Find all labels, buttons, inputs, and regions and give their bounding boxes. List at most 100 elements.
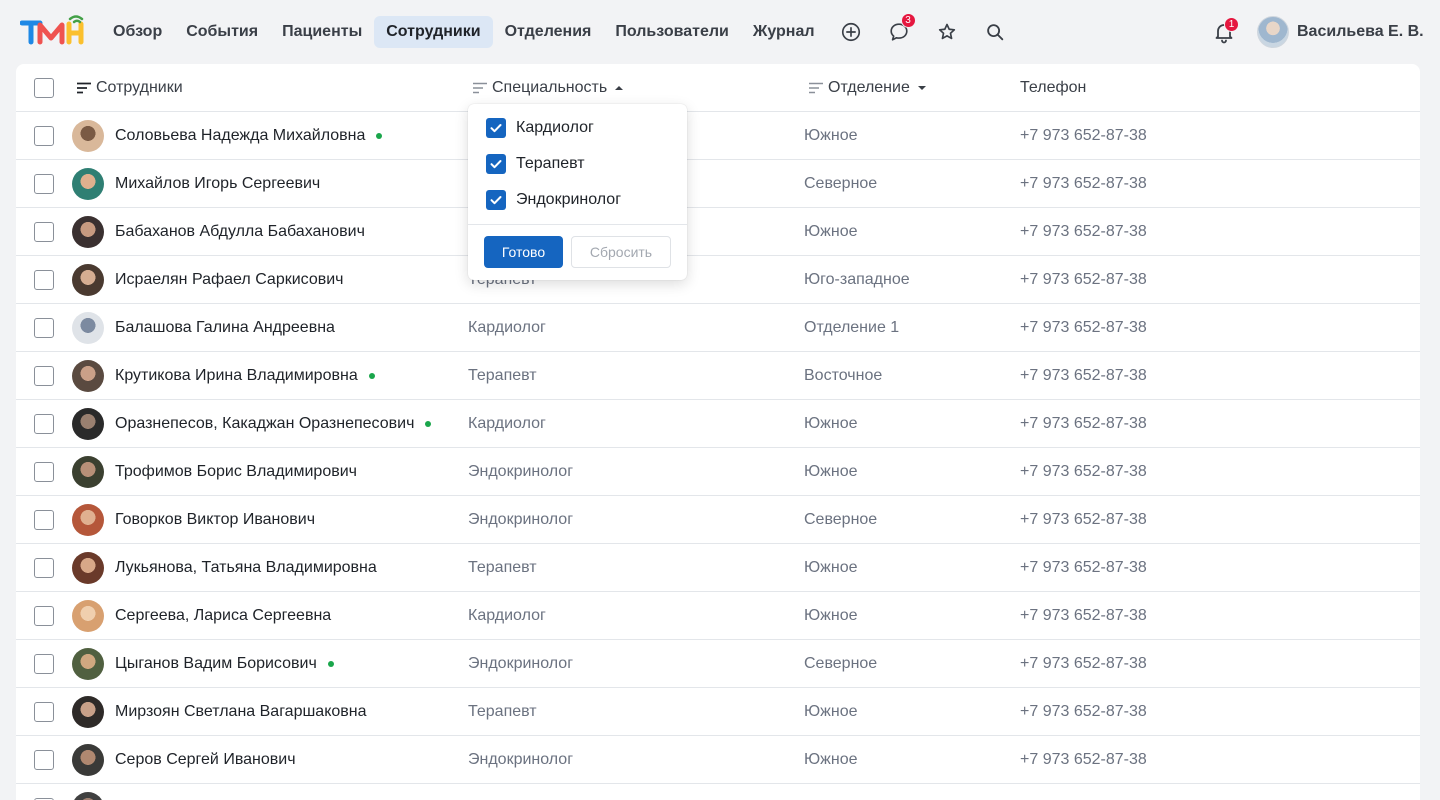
nav-item-employees[interactable]: Сотрудники	[374, 16, 493, 48]
employee-phone: +7 973 652-87-38	[1020, 702, 1147, 720]
favorites-button[interactable]	[923, 16, 971, 48]
select-all-checkbox[interactable]	[34, 77, 54, 98]
employee-name-text: Михайлов Игорь Сергеевич	[115, 174, 321, 192]
avatar	[72, 311, 104, 344]
table-row[interactable]: Крутикова Ирина Владимировна Терапевт Во…	[16, 352, 1420, 400]
employee-name[interactable]: Оразнепесов, Какаджан Оразнепесович	[115, 415, 432, 433]
employee-department: Южное	[804, 558, 858, 576]
nav-item-events[interactable]: События	[174, 16, 270, 48]
column-header-employees[interactable]: Сотрудники	[76, 79, 183, 97]
table-row[interactable]: Сергеева, Лариса Сергеевна Кардиолог Южн…	[16, 592, 1420, 640]
employee-phone: +7 973 652-87-38	[1020, 606, 1147, 624]
nav-item-journal[interactable]: Журнал	[741, 16, 827, 48]
row-checkbox[interactable]	[34, 605, 54, 626]
logo-icon[interactable]	[20, 14, 86, 46]
employee-name-text: Исраелян Рафаел Саркисович	[115, 270, 344, 288]
row-checkbox[interactable]	[34, 269, 54, 290]
checkbox-checked-icon	[486, 118, 506, 138]
filter-option-therapist[interactable]: Терапевт	[486, 152, 585, 176]
online-status-dot	[376, 132, 383, 139]
sort-icon	[77, 82, 91, 93]
table-row[interactable]: Цыганов Вадим Борисович Эндокринолог Сев…	[16, 640, 1420, 688]
nav-item-departments[interactable]: Отделения	[493, 16, 604, 48]
employee-name[interactable]: Говорков Виктор Иванович	[115, 511, 315, 529]
reset-filter-button[interactable]: Сбросить	[571, 236, 671, 268]
employee-phone: +7 973 652-87-38	[1020, 414, 1147, 432]
employee-phone: +7 973 652-87-38	[1020, 174, 1147, 192]
row-checkbox[interactable]	[34, 365, 54, 386]
employee-specialty: Эндокринолог	[468, 750, 574, 768]
table-row[interactable]: Соловьева Надежда Михайловна Южное +7 97…	[16, 112, 1420, 160]
employee-name-text: Серов Сергей Иванович	[115, 750, 296, 768]
employee-name[interactable]: Исраелян Рафаел Саркисович	[115, 271, 344, 289]
avatar	[72, 743, 104, 776]
column-header-specialty[interactable]: Специальность	[472, 79, 624, 97]
employee-name-text: Соловьева Надежда Михайловна	[115, 126, 366, 144]
table-row[interactable]: Бабаханов Абдулла Бабаханович Южное +7 9…	[16, 208, 1420, 256]
user-menu[interactable]: Васильева Е. В.	[1257, 16, 1424, 48]
search-icon	[986, 24, 1003, 41]
column-header-phone: Телефон	[1020, 79, 1086, 97]
table-row[interactable]: Говорков Виктор Иванович Эндокринолог Се…	[16, 496, 1420, 544]
checkbox-checked-icon	[486, 190, 506, 210]
row-checkbox[interactable]	[34, 221, 54, 242]
table-row[interactable]	[16, 784, 1420, 800]
employee-specialty: Эндокринолог	[468, 462, 574, 480]
row-checkbox[interactable]	[34, 749, 54, 770]
employee-name[interactable]: Цыганов Вадим Борисович	[115, 655, 334, 673]
employee-specialty: Терапевт	[468, 702, 537, 720]
table-row[interactable]: Балашова Галина Андреевна Кардиолог Отде…	[16, 304, 1420, 352]
employee-name-text: Мирзоян Светлана Вагаршаковна	[115, 702, 367, 720]
messages-button[interactable]: 3	[875, 13, 923, 48]
avatar	[72, 695, 104, 728]
table-row[interactable]: Исраелян Рафаел Саркисович Терапевт Юго-…	[16, 256, 1420, 304]
filter-option-label: Терапевт	[516, 155, 585, 172]
employee-name[interactable]: Серов Сергей Иванович	[115, 751, 296, 769]
employee-department: Южное	[804, 414, 858, 432]
employee-name[interactable]: Сергеева, Лариса Сергеевна	[115, 607, 331, 625]
table-row[interactable]: Трофимов Борис Владимирович Эндокринолог…	[16, 448, 1420, 496]
row-checkbox[interactable]	[34, 173, 54, 194]
table-row[interactable]: Лукьянова, Татьяна Владимировна Терапевт…	[16, 544, 1420, 592]
table-row[interactable]: Серов Сергей Иванович Эндокринолог Южное…	[16, 736, 1420, 784]
nav-item-overview[interactable]: Обзор	[101, 16, 174, 48]
notifications-button[interactable]: 1	[1212, 17, 1239, 46]
employee-name[interactable]: Михайлов Игорь Сергеевич	[115, 175, 320, 193]
filter-option-endocrinologist[interactable]: Эндокринолог	[486, 188, 621, 212]
apply-filter-button[interactable]: Готово	[484, 236, 563, 268]
employee-phone: +7 973 652-87-38	[1020, 366, 1147, 384]
employee-name-text: Сергеева, Лариса Сергеевна	[115, 606, 332, 624]
table-row[interactable]: Михайлов Игорь Сергеевич Северное +7 973…	[16, 160, 1420, 208]
divider	[468, 224, 687, 225]
avatar	[72, 215, 104, 248]
row-checkbox[interactable]	[34, 701, 54, 722]
row-checkbox[interactable]	[34, 413, 54, 434]
filter-option-cardiologist[interactable]: Кардиолог	[486, 116, 594, 140]
employee-name[interactable]: Лукьянова, Татьяна Владимировна	[115, 559, 377, 577]
nav-item-users[interactable]: Пользователи	[603, 16, 740, 48]
row-checkbox[interactable]	[34, 125, 54, 146]
row-checkbox[interactable]	[34, 557, 54, 578]
employee-department: Северное	[804, 654, 878, 672]
employee-name[interactable]: Балашова Галина Андреевна	[115, 319, 335, 337]
row-checkbox[interactable]	[34, 461, 54, 482]
nav-item-patients[interactable]: Пациенты	[270, 16, 374, 48]
employee-name[interactable]: Трофимов Борис Владимирович	[115, 463, 357, 481]
employee-name[interactable]: Крутикова Ирина Владимировна	[115, 367, 375, 385]
add-button[interactable]	[827, 16, 875, 48]
employee-name[interactable]: Соловьева Надежда Михайловна	[115, 126, 383, 145]
table-body: Соловьева Надежда Михайловна Южное +7 97…	[16, 112, 1420, 800]
employee-name[interactable]: Мирзоян Светлана Вагаршаковна	[115, 703, 367, 721]
employee-phone: +7 973 652-87-38	[1020, 126, 1147, 144]
employee-department: Юго-западное	[804, 270, 910, 288]
column-header-department[interactable]: Отделение	[808, 79, 926, 97]
row-checkbox[interactable]	[34, 509, 54, 530]
search-button[interactable]	[971, 16, 1019, 48]
employee-department: Южное	[804, 126, 858, 144]
filter-icon	[809, 82, 823, 93]
table-row[interactable]: Оразнепесов, Какаджан Оразнепесович Кард…	[16, 400, 1420, 448]
row-checkbox[interactable]	[34, 653, 54, 674]
table-row[interactable]: Мирзоян Светлана Вагаршаковна Терапевт Ю…	[16, 688, 1420, 736]
row-checkbox[interactable]	[34, 317, 54, 338]
employee-name[interactable]: Бабаханов Абдулла Бабаханович	[115, 223, 365, 241]
